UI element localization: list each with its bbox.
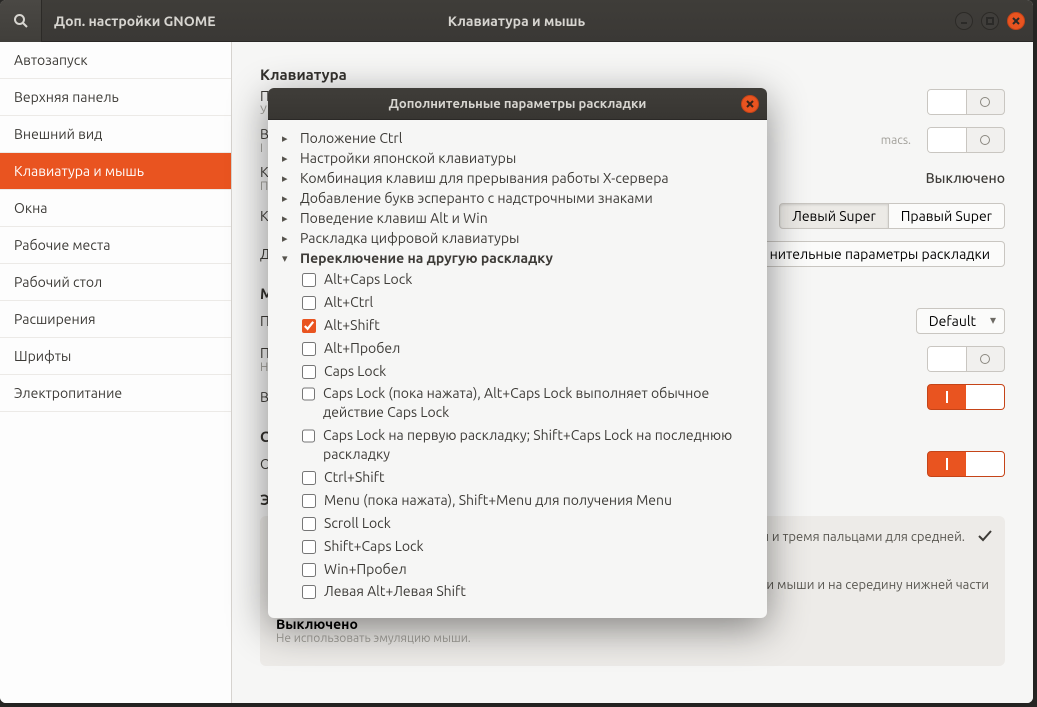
section-keyboard: Клавиатура <box>260 66 1005 83</box>
layout-option[interactable]: Alt+Пробел <box>268 337 767 360</box>
layout-option[interactable]: Alt+Ctrl <box>268 291 767 314</box>
tree-group[interactable]: Добавление букв эсперанто с надстрочными… <box>268 188 767 208</box>
check-icon <box>977 528 993 544</box>
sidebar-item[interactable]: Шрифты <box>0 338 231 375</box>
sidebar-item[interactable]: Расширения <box>0 301 231 338</box>
search-icon <box>13 13 29 29</box>
layout-option[interactable]: Ctrl+Shift <box>268 466 767 489</box>
layout-option[interactable]: Menu (пока нажата), Shift+Menu для получ… <box>268 489 767 512</box>
layout-option-checkbox[interactable] <box>302 319 316 333</box>
super-key-segmented[interactable]: Левый Super Правый Super <box>779 203 1005 229</box>
layout-option[interactable]: Alt+Caps Lock <box>268 268 767 291</box>
layout-option-checkbox[interactable] <box>302 342 316 356</box>
layout-option-checkbox[interactable] <box>302 471 316 485</box>
layout-option-checkbox[interactable] <box>302 494 316 508</box>
sidebar-item[interactable]: Рабочие места <box>0 227 231 264</box>
layout-option-label: Shift+Caps Lock <box>324 537 424 556</box>
layout-option-checkbox[interactable] <box>302 273 316 287</box>
search-button[interactable] <box>0 0 42 42</box>
layout-option-label: Alt+Caps Lock <box>324 270 412 289</box>
close-button[interactable] <box>1007 12 1025 30</box>
dropdown-default[interactable]: Default <box>916 308 1005 334</box>
layout-option-checkbox[interactable] <box>302 585 316 599</box>
sidebar-item[interactable]: Окна <box>0 190 231 227</box>
disabled-sub: Не использовать эмуляцию мыши. <box>276 632 989 645</box>
toggle-2[interactable] <box>927 127 1005 153</box>
super-right-btn[interactable]: Правый Super <box>889 203 1005 229</box>
layout-option-label: Левая Alt+Левая Shift <box>324 582 466 601</box>
titlebar: Доп. настройки GNOME Клавиатура и мышь <box>0 0 1033 42</box>
maximize-button[interactable] <box>981 12 999 30</box>
tree-group[interactable]: Положение Ctrl <box>268 128 767 148</box>
layout-option-label: Scroll Lock <box>324 514 391 533</box>
layout-option-label: Caps Lock (пока нажата), Alt+Caps Lock в… <box>323 384 753 422</box>
tree-group[interactable]: Переключение на другую раскладку <box>268 248 767 268</box>
tree-group[interactable]: Поведение клавиш Alt и Win <box>268 208 767 228</box>
tree-group[interactable]: Комбинация клавиш для прерывания работы … <box>268 168 767 188</box>
layout-option-checkbox[interactable] <box>302 429 315 443</box>
layout-option-label: Alt+Пробел <box>324 339 400 358</box>
page-title: Клавиатура и мышь <box>448 13 586 29</box>
disabled-title: Выключено <box>276 616 989 632</box>
layout-option-checkbox[interactable] <box>302 517 316 531</box>
toggle-1[interactable] <box>927 89 1005 115</box>
layout-option-label: Alt+Shift <box>324 316 380 335</box>
sidebar: АвтозапускВерхняя панельВнешний видКлави… <box>0 42 232 703</box>
layout-option[interactable]: Caps Lock <box>268 360 767 383</box>
layout-option[interactable]: Caps Lock (пока нажата), Alt+Caps Lock в… <box>268 382 767 424</box>
layout-option[interactable]: Win+Пробел <box>268 558 767 581</box>
tree-group[interactable]: Настройки японской клавиатуры <box>268 148 767 168</box>
app-title: Доп. настройки GNOME <box>42 13 242 29</box>
layout-option[interactable]: Scroll Lock <box>268 512 767 535</box>
layout-option-label: Menu (пока нажата), Shift+Menu для получ… <box>324 491 672 510</box>
layout-option-checkbox[interactable] <box>302 540 316 554</box>
dialog-title: Дополнительные параметры раскладки <box>389 97 647 111</box>
minimize-button[interactable] <box>955 12 973 30</box>
status-text: Выключено <box>926 170 1005 186</box>
extra-layout-btn[interactable]: нительные параметры раскладки <box>755 241 1005 267</box>
toggle-5[interactable] <box>927 451 1005 477</box>
layout-option-label: Win+Пробел <box>324 560 407 579</box>
layout-option-label: Alt+Ctrl <box>324 293 373 312</box>
dialog-body[interactable]: Положение CtrlНастройки японской клавиат… <box>268 120 767 618</box>
toggle-4[interactable] <box>927 384 1005 410</box>
sidebar-item[interactable]: Клавиатура и мышь <box>0 153 231 190</box>
row-hint: П <box>260 142 262 155</box>
hint-macs: macs. <box>881 134 911 147</box>
sidebar-item[interactable]: Рабочий стол <box>0 264 231 301</box>
layout-option-checkbox[interactable] <box>302 365 316 379</box>
layout-option[interactable]: Caps Lock на первую раскладку; Shift+Cap… <box>268 424 767 466</box>
super-left-btn[interactable]: Левый Super <box>779 203 889 229</box>
sidebar-item[interactable]: Верхняя панель <box>0 79 231 116</box>
dialog-titlebar: Дополнительные параметры раскладки <box>268 88 767 120</box>
dialog-layout-options: Дополнительные параметры раскладки Полож… <box>268 88 767 618</box>
toggle-3[interactable] <box>927 346 1005 372</box>
layout-option-label: Ctrl+Shift <box>324 468 385 487</box>
tree-group[interactable]: Раскладка цифровой клавиатуры <box>268 228 767 248</box>
dialog-close-button[interactable] <box>741 95 759 113</box>
layout-option[interactable]: Alt+Shift <box>268 314 767 337</box>
sidebar-item[interactable]: Внешний вид <box>0 116 231 153</box>
layout-option[interactable]: Shift+Caps Lock <box>268 535 767 558</box>
layout-option-label: Caps Lock <box>324 362 386 381</box>
sidebar-item[interactable]: Автозапуск <box>0 42 231 79</box>
sidebar-item[interactable]: Электропитание <box>0 375 231 412</box>
layout-option-checkbox[interactable] <box>302 296 316 310</box>
layout-option-label: Caps Lock на первую раскладку; Shift+Cap… <box>323 426 753 464</box>
layout-option[interactable]: Левая Alt+Левая Shift <box>268 580 767 603</box>
layout-option-checkbox[interactable] <box>302 387 315 401</box>
layout-option-checkbox[interactable] <box>302 563 316 577</box>
